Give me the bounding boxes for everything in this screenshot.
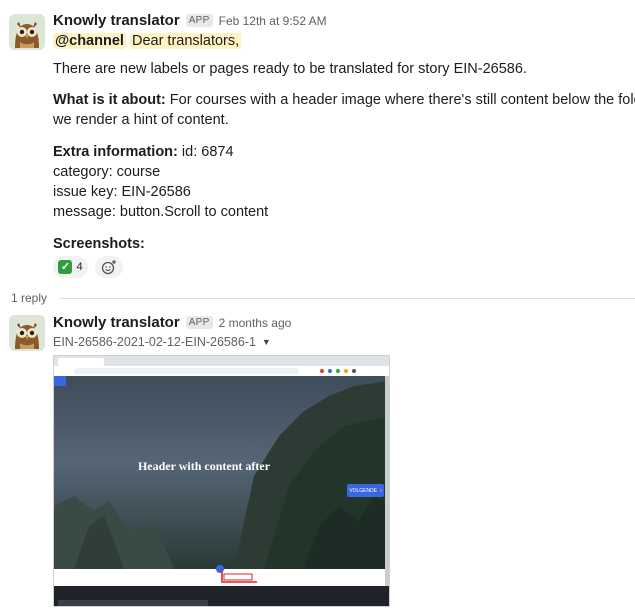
thread-divider bbox=[60, 298, 635, 299]
screenshot-attachment[interactable]: Header with content after VOLGENDE › bbox=[53, 355, 390, 607]
channel-mention[interactable]: @channel bbox=[53, 33, 126, 49]
next-button: VOLGENDE › bbox=[347, 484, 384, 497]
reply-header: Knowly translator APP 2 months ago bbox=[53, 314, 291, 331]
intro-text: There are new labels or pages ready to b… bbox=[53, 61, 527, 77]
reaction-count: 4 bbox=[76, 261, 83, 273]
extra-label: Extra information: bbox=[53, 144, 178, 160]
category-line: category: course bbox=[53, 164, 161, 180]
chevron-right-icon: › bbox=[380, 487, 382, 494]
screenshot-image bbox=[54, 356, 389, 606]
reply-count[interactable]: 1 reply bbox=[11, 291, 47, 305]
about-text: For courses with a header image where th… bbox=[169, 92, 635, 108]
app-badge: APP bbox=[185, 14, 213, 27]
chevron-down-icon[interactable]: ▼ bbox=[262, 337, 271, 347]
file-title-row[interactable]: EIN-26586-2021-02-12-EIN-26586-1 ▼ bbox=[53, 335, 271, 349]
greeting-text: Dear translators, bbox=[129, 33, 242, 49]
about-line-1: What is it about: For courses with a hea… bbox=[53, 90, 635, 110]
greeting-line: @channel Dear translators, bbox=[53, 31, 242, 51]
screenshots-label: Screenshots: bbox=[53, 236, 145, 252]
extra-info-line: Extra information: id: 6874 bbox=[53, 142, 234, 162]
message-timestamp[interactable]: Feb 12th at 9:52 AM bbox=[219, 14, 327, 28]
owl-logo-icon bbox=[9, 14, 45, 50]
next-button-label: VOLGENDE bbox=[349, 487, 378, 494]
check-reaction[interactable]: ✓ 4 bbox=[53, 256, 88, 278]
about-line-2: we render a hint of content. bbox=[53, 112, 229, 128]
bot-avatar[interactable] bbox=[9, 14, 45, 50]
reply-app-badge: APP bbox=[185, 316, 213, 329]
message-header: Knowly translator APP Feb 12th at 9:52 A… bbox=[53, 12, 327, 29]
hero-heading: Header with content after bbox=[137, 459, 271, 473]
reply-bot-avatar[interactable] bbox=[9, 315, 45, 351]
about-label: What is it about: bbox=[53, 92, 166, 108]
file-name[interactable]: EIN-26586-2021-02-12-EIN-26586-1 bbox=[53, 335, 256, 349]
issue-key-line: issue key: EIN-26586 bbox=[53, 184, 191, 200]
reply-timestamp[interactable]: 2 months ago bbox=[219, 316, 292, 330]
extra-id: id: 6874 bbox=[181, 144, 234, 160]
reply-author-name[interactable]: Knowly translator bbox=[53, 314, 180, 331]
owl-logo-icon bbox=[9, 315, 45, 351]
author-name[interactable]: Knowly translator bbox=[53, 12, 180, 29]
add-reaction-button[interactable] bbox=[95, 256, 123, 278]
add-reaction-icon bbox=[101, 260, 116, 275]
message-key-line: message: button.Scroll to content bbox=[53, 204, 269, 220]
white-check-mark-icon: ✓ bbox=[58, 260, 73, 274]
